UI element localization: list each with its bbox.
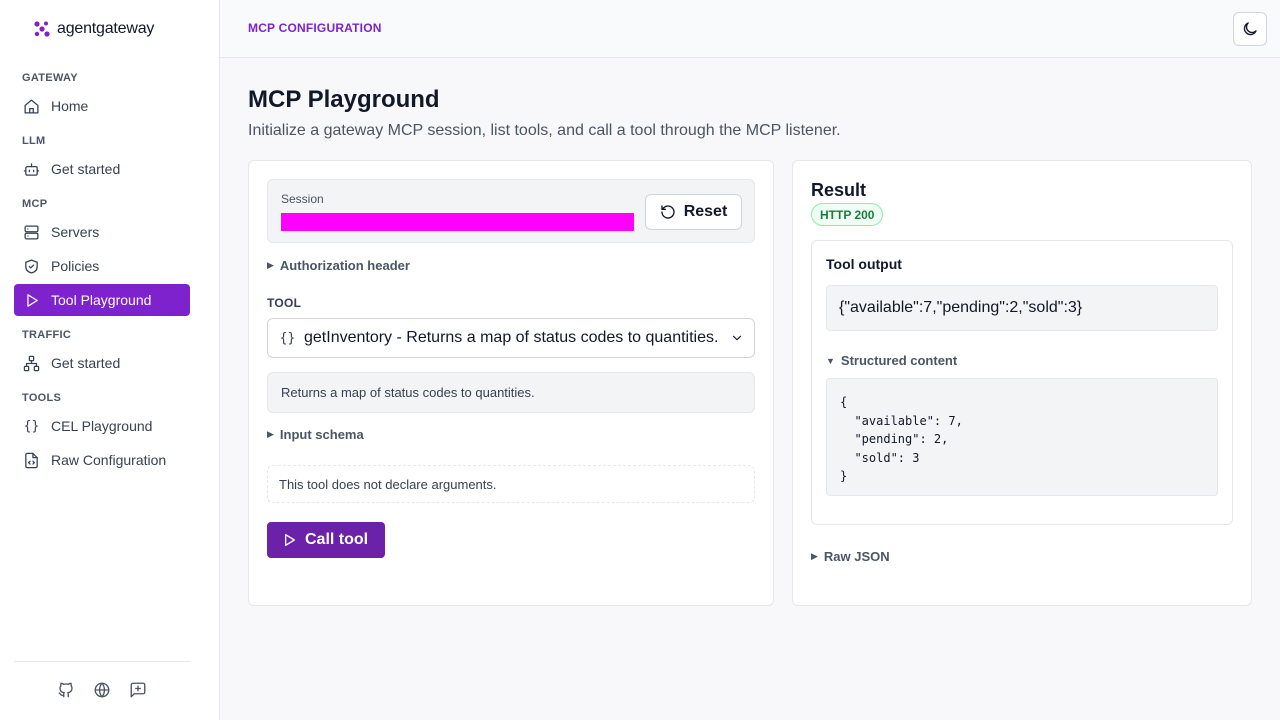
raw-json-label: Raw JSON bbox=[823, 549, 890, 564]
session-id-value bbox=[281, 213, 634, 231]
sidebar-item-traffic-get-started[interactable]: Get started bbox=[14, 347, 190, 379]
logo[interactable]: agentgateway bbox=[33, 20, 154, 38]
feedback-icon[interactable] bbox=[129, 681, 147, 699]
theme-toggle-button[interactable] bbox=[1233, 12, 1267, 46]
status-badge: HTTP 200 bbox=[811, 203, 884, 226]
chevron-down-icon bbox=[732, 335, 742, 341]
bot-icon bbox=[23, 162, 40, 176]
file-code-icon bbox=[25, 452, 38, 468]
triangle-right-icon: ▶ bbox=[811, 551, 818, 561]
tool-output-value: {"available":7,"pending":2,"sold":3} bbox=[826, 285, 1218, 331]
section-label-tools: TOOLS bbox=[22, 392, 62, 404]
structured-content-toggle[interactable]: ▼ Structured content bbox=[826, 353, 957, 368]
no-arguments-notice: This tool does not declare arguments. bbox=[267, 465, 755, 503]
braces-icon: {} bbox=[23, 418, 40, 434]
sidebar-item-label: Get started bbox=[51, 161, 121, 177]
braces-icon: {} bbox=[279, 330, 296, 346]
network-icon bbox=[23, 355, 40, 371]
session-box: Session Reset bbox=[267, 179, 755, 243]
shield-icon bbox=[25, 258, 38, 274]
top-header: MCP CONFIGURATION bbox=[220, 0, 1280, 58]
header-title: MCP CONFIGURATION bbox=[248, 21, 382, 35]
authorization-header-label: Authorization header bbox=[279, 258, 410, 273]
reset-button[interactable]: Reset bbox=[645, 194, 742, 230]
authorization-header-toggle[interactable]: ▶ Authorization header bbox=[267, 258, 410, 273]
sidebar-item-tool-playground[interactable]: Tool Playground bbox=[14, 284, 190, 316]
triangle-down-icon: ▼ bbox=[826, 355, 835, 366]
triangle-right-icon: ▶ bbox=[267, 429, 274, 439]
section-label-traffic: TRAFFIC bbox=[22, 329, 72, 341]
structured-content-label: Structured content bbox=[840, 353, 958, 368]
sidebar-footer bbox=[57, 681, 147, 699]
tool-description: Returns a map of status codes to quantit… bbox=[267, 372, 755, 413]
tool-field-label: TOOL bbox=[267, 296, 302, 310]
sidebar-item-label: Raw Configuration bbox=[51, 452, 167, 468]
agentgateway-logo-icon bbox=[34, 21, 50, 37]
github-icon[interactable] bbox=[57, 681, 75, 699]
page-title: MCP Playground bbox=[248, 86, 440, 113]
play-icon bbox=[285, 534, 295, 546]
tool-output-card: Tool output {"available":7,"pending":2,"… bbox=[811, 240, 1233, 525]
section-label-gateway: GATEWAY bbox=[22, 72, 78, 84]
sidebar-item-label: Get started bbox=[51, 355, 121, 371]
section-label-llm: LLM bbox=[22, 135, 46, 147]
sidebar-item-llm-get-started[interactable]: Get started bbox=[14, 153, 190, 185]
call-tool-button[interactable]: Call tool bbox=[267, 522, 385, 558]
server-icon bbox=[24, 224, 39, 240]
sidebar-item-cel-playground[interactable]: {} CEL Playground bbox=[14, 410, 190, 442]
sidebar-item-servers[interactable]: Servers bbox=[14, 216, 190, 248]
structured-content-json: { "available": 7, "pending": 2, "sold": … bbox=[826, 378, 1218, 496]
reset-label: Reset bbox=[683, 203, 728, 220]
globe-icon[interactable] bbox=[93, 681, 111, 699]
page-subtitle: Initialize a gateway MCP session, list t… bbox=[248, 122, 841, 139]
sidebar-item-label: Policies bbox=[51, 258, 100, 274]
sidebar: agentgateway GATEWAY Home LLM Get starte… bbox=[0, 0, 220, 720]
logo-text: agentgateway bbox=[57, 20, 155, 37]
section-label-mcp: MCP bbox=[22, 198, 48, 210]
play-icon bbox=[27, 293, 38, 307]
result-title: Result bbox=[811, 180, 867, 200]
input-schema-label: Input schema bbox=[279, 427, 364, 442]
sidebar-item-label: Servers bbox=[51, 224, 100, 240]
sidebar-item-home[interactable]: Home bbox=[14, 90, 190, 122]
sidebar-divider bbox=[14, 661, 190, 662]
tool-call-panel: Session Reset ▶ Authorization header TOO… bbox=[248, 160, 774, 606]
sidebar-item-label: CEL Playground bbox=[51, 418, 153, 434]
call-tool-label: Call tool bbox=[305, 531, 369, 548]
moon-icon bbox=[1243, 22, 1257, 36]
input-schema-toggle[interactable]: ▶ Input schema bbox=[267, 427, 364, 442]
home-icon bbox=[24, 98, 39, 114]
result-panel: Result HTTP 200 Tool output {"available"… bbox=[792, 160, 1252, 606]
sidebar-item-label: Home bbox=[51, 98, 89, 114]
sidebar-item-label: Tool Playground bbox=[51, 292, 152, 308]
session-label: Session bbox=[281, 192, 324, 206]
sidebar-item-policies[interactable]: Policies bbox=[14, 250, 190, 282]
tool-select[interactable]: {} getInventory - Returns a map of statu… bbox=[267, 318, 755, 358]
raw-json-toggle[interactable]: ▶ Raw JSON bbox=[811, 549, 890, 564]
tool-select-value: getInventory - Returns a map of status c… bbox=[304, 329, 719, 346]
reset-icon bbox=[661, 205, 675, 219]
triangle-right-icon: ▶ bbox=[267, 260, 274, 270]
sidebar-item-raw-configuration[interactable]: Raw Configuration bbox=[14, 444, 190, 476]
tool-output-label: Tool output bbox=[826, 256, 902, 272]
